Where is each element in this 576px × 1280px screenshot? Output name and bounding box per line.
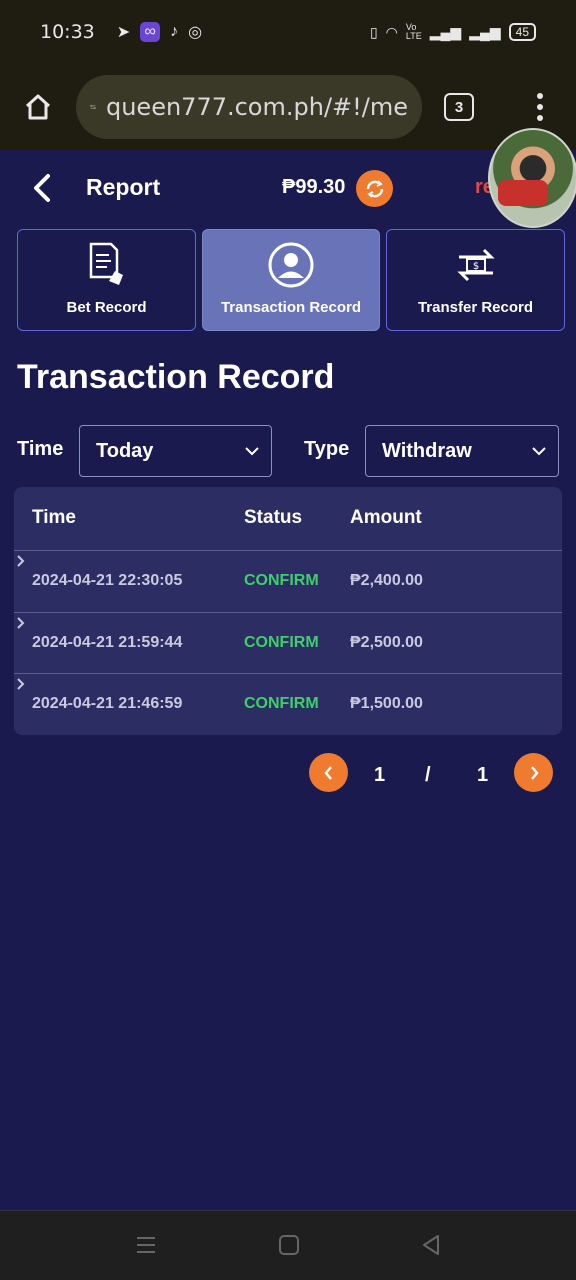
- home-button[interactable]: [16, 85, 60, 129]
- type-filter-value: Withdraw: [382, 439, 472, 462]
- time-filter-value: Today: [96, 439, 154, 462]
- video-overlay-avatar[interactable]: [488, 128, 576, 228]
- chevron-left-icon: [323, 765, 332, 780]
- signal-2-icon: ▂▄▆: [469, 23, 501, 40]
- balance-amount: ₱99.30: [282, 176, 346, 198]
- dot: [537, 115, 543, 121]
- tab-bet-record[interactable]: Bet Record: [17, 229, 196, 331]
- notification-icons: ➤ ∞ ♪ ◎: [117, 22, 202, 42]
- row-status: CONFIRM: [244, 572, 319, 589]
- volte-icon: Vo LTE: [405, 22, 422, 41]
- tab-transfer-record[interactable]: $ Transfer Record: [386, 229, 565, 331]
- tab-transfer-record-label: Transfer Record: [417, 299, 534, 316]
- chevron-down-icon: [245, 447, 259, 456]
- table-row[interactable]: 2024-04-21 21:46:59 CONFIRM ₱1,500.00: [14, 674, 562, 735]
- signal-icon: ▂▄▆: [429, 23, 462, 40]
- home-icon: [25, 94, 51, 120]
- chevron-left-icon: [34, 174, 50, 202]
- next-page-button[interactable]: [514, 753, 553, 792]
- transfer-icon: $: [456, 248, 495, 282]
- page-separator: /: [425, 764, 431, 786]
- browser-toolbar: queen777.com.ph/#!/me 3: [0, 64, 576, 150]
- address-bar[interactable]: queen777.com.ph/#!/me: [76, 75, 422, 139]
- chevron-right-icon[interactable]: [14, 551, 28, 571]
- user-circle-icon: [268, 242, 314, 288]
- row-time: 2024-04-21 21:46:59: [32, 695, 183, 712]
- prev-page-button[interactable]: [309, 753, 348, 792]
- row-amount: ₱1,500.00: [350, 695, 423, 712]
- bet-document-icon: [89, 242, 123, 285]
- row-time: 2024-04-21 22:30:05: [32, 572, 183, 589]
- chevron-right-icon: [530, 765, 539, 780]
- vibrate-icon: ▯: [369, 23, 378, 40]
- chevron-right-icon[interactable]: [14, 613, 28, 633]
- messenger-icon: ◎: [188, 24, 203, 41]
- dot: [537, 104, 543, 110]
- tab-bet-record-label: Bet Record: [66, 299, 147, 316]
- system-icons: ▯ ◠ Vo LTE ▂▄▆ ▂▄▆ 45: [370, 23, 536, 41]
- table-row[interactable]: 2024-04-21 22:30:05 CONFIRM ₱2,400.00: [14, 551, 562, 613]
- column-header-amount: Amount: [350, 507, 422, 528]
- page-title: Report: [86, 174, 161, 200]
- row-time: 2024-04-21 21:59:44: [32, 633, 183, 651]
- tab-transaction-record[interactable]: Transaction Record: [202, 229, 380, 331]
- type-filter-label: Type: [304, 438, 350, 460]
- chevron-down-icon: [532, 447, 546, 456]
- recent-apps-icon[interactable]: [134, 1233, 158, 1257]
- wifi-icon: ◠: [385, 23, 398, 40]
- site-settings-icon: [90, 104, 96, 110]
- type-filter-select[interactable]: Withdraw: [365, 425, 559, 477]
- row-amount: ₱2,500.00: [350, 633, 423, 651]
- url-text: queen777.com.ph/#!/me: [105, 93, 408, 121]
- row-status: CONFIRM: [244, 633, 319, 651]
- section-title: Transaction Record: [17, 358, 335, 396]
- column-header-time: Time: [32, 507, 77, 528]
- refresh-icon: [366, 179, 383, 198]
- tiktok-icon: ♪: [170, 23, 179, 40]
- status-time: 10:33: [40, 21, 95, 43]
- tab-switcher-button[interactable]: 3: [444, 93, 474, 121]
- car-shape: [498, 180, 548, 206]
- home-nav-icon[interactable]: [277, 1233, 301, 1257]
- total-pages: 1: [477, 764, 489, 786]
- back-button[interactable]: [28, 170, 58, 206]
- status-bar: 10:33 ➤ ∞ ♪ ◎ ▯ ◠ Vo LTE ▂▄▆ ▂▄▆ 45: [0, 0, 576, 64]
- dot: [537, 93, 543, 99]
- telegram-icon: ➤: [116, 24, 131, 41]
- row-amount: ₱2,400.00: [350, 572, 423, 589]
- table-header: Time Status Amount: [14, 487, 562, 551]
- system-nav-bar: [0, 1210, 576, 1280]
- row-status: CONFIRM: [244, 695, 319, 712]
- back-nav-icon[interactable]: [419, 1233, 443, 1257]
- browser-menu-button[interactable]: [530, 93, 550, 121]
- column-header-status: Status: [244, 507, 303, 528]
- time-filter-select[interactable]: Today: [79, 425, 272, 477]
- time-filter-label: Time: [17, 438, 64, 460]
- chevron-right-icon[interactable]: [14, 674, 28, 694]
- svg-text:$: $: [472, 261, 478, 272]
- refresh-balance-button[interactable]: [356, 170, 393, 207]
- current-page: 1: [374, 764, 386, 786]
- app-notification-icon: ∞: [140, 22, 161, 42]
- transaction-table: Time Status Amount 2024-04-21 22:30:05 C…: [14, 487, 562, 735]
- table-row[interactable]: 2024-04-21 21:59:44 CONFIRM ₱2,500.00: [14, 613, 562, 674]
- battery-icon: 45: [508, 23, 536, 41]
- tab-transaction-record-label: Transaction Record: [220, 299, 362, 316]
